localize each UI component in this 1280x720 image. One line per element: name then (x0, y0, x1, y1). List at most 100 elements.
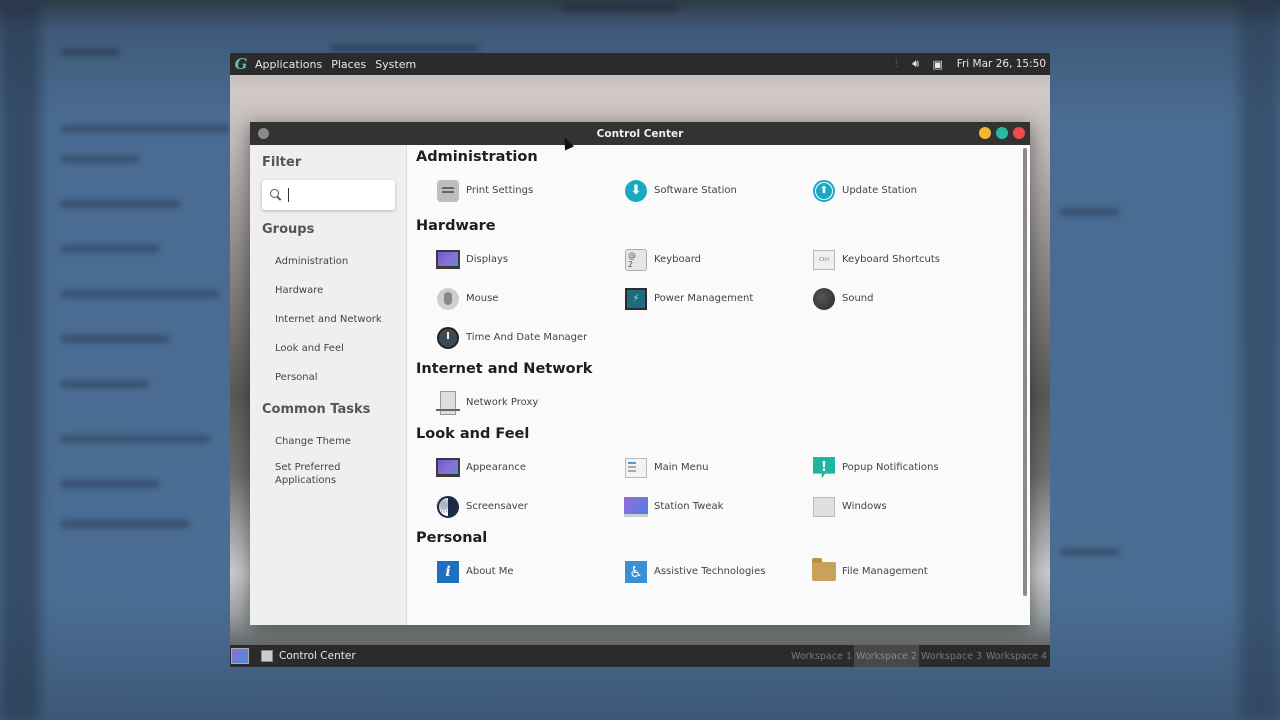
screensaver-icon (435, 494, 460, 519)
workspace-2[interactable]: Workspace 2 (854, 645, 919, 667)
window-title: Control Center (596, 127, 684, 140)
about-me-icon: i (436, 560, 460, 584)
ghostbsd-logo-icon[interactable]: G (230, 53, 252, 75)
applet-file-management[interactable]: File Management (812, 552, 1000, 591)
applet-label: Windows (842, 501, 887, 512)
screenshot-icon[interactable]: ▣ (931, 57, 945, 71)
appearance-icon (436, 456, 460, 480)
task-link-set-preferred-applications[interactable]: Set Preferred Applications (275, 461, 355, 487)
group-link-look-and-feel[interactable]: Look and Feel (275, 334, 406, 363)
places-menu[interactable]: Places (331, 58, 366, 71)
applet-station-tweak[interactable]: Station Tweak (624, 487, 812, 526)
popup-notifications-icon: ! (812, 456, 836, 480)
system-menu[interactable]: System (375, 58, 416, 71)
applet-assistive-technologies[interactable]: ♿︎ Assistive Technologies (624, 552, 812, 591)
control-center-icon (261, 650, 273, 662)
close-button[interactable] (1013, 127, 1025, 139)
applet-label: Software Station (654, 185, 737, 196)
keyboard-icon: @2 (624, 248, 648, 272)
applet-software-station[interactable]: ⬇︎ Software Station (624, 171, 812, 210)
applet-update-station[interactable]: ⬆︎ Update Station (812, 171, 1000, 210)
power-management-icon: ⚡︎ (624, 287, 648, 311)
station-tweak-icon (624, 495, 648, 519)
mouse-icon (436, 287, 460, 311)
section-title-hardware: Hardware (416, 218, 496, 234)
task-link-change-theme[interactable]: Change Theme (275, 427, 406, 456)
applet-label: Main Menu (654, 462, 709, 473)
group-link-personal[interactable]: Personal (275, 363, 406, 392)
applet-popup-notifications[interactable]: ! Popup Notifications (812, 448, 1000, 487)
sound-icon (812, 287, 836, 311)
applets-panel: Administration Print Settings ⬇︎ Software… (407, 145, 1030, 625)
workspace-4[interactable]: Workspace 4 (984, 645, 1049, 667)
applet-label: Network Proxy (466, 397, 539, 408)
applet-screensaver[interactable]: Screensaver (435, 487, 624, 526)
clock[interactable]: Fri Mar 26, 15:50 (957, 58, 1046, 70)
applet-label: Station Tweak (654, 501, 724, 512)
filter-heading: Filter (262, 155, 302, 170)
main-menu-icon (624, 456, 648, 480)
show-desktop-button[interactable] (231, 648, 249, 664)
applet-label: File Management (842, 566, 928, 577)
common-tasks-heading: Common Tasks (262, 402, 371, 417)
workspace-switcher: Workspace 1 Workspace 2 Workspace 3 Work… (789, 645, 1049, 667)
applications-menu[interactable]: Applications (255, 58, 322, 71)
window-titlebar[interactable]: Control Center (250, 122, 1030, 145)
accessibility-icon: ♿︎ (624, 560, 648, 584)
software-station-icon: ⬇︎ (624, 179, 648, 203)
workspace-3[interactable]: Workspace 3 (919, 645, 984, 667)
group-link-administration[interactable]: Administration (275, 247, 406, 276)
applet-label: Keyboard (654, 254, 702, 265)
update-station-icon: ⬆︎ (812, 179, 836, 203)
minimize-button[interactable] (979, 127, 991, 139)
applet-network-proxy[interactable]: Network Proxy (436, 383, 624, 422)
group-link-internet-and-network[interactable]: Internet and Network (275, 305, 406, 334)
vertical-scrollbar[interactable] (1023, 148, 1027, 596)
groups-heading: Groups (262, 222, 315, 237)
applet-displays[interactable]: Displays (436, 240, 624, 279)
top-panel: G Applications Places System ⋮ 🔊︎ ▣ Fri … (230, 53, 1050, 75)
applet-label: Update Station (842, 185, 917, 196)
window-menu-button[interactable] (258, 128, 269, 139)
windows-icon (812, 495, 836, 519)
applet-about-me[interactable]: i About Me (436, 552, 624, 591)
taskbar-item-label: Control Center (279, 650, 356, 662)
applet-sound[interactable]: Sound (812, 279, 1000, 318)
applet-windows[interactable]: Windows (812, 487, 1000, 526)
section-title-personal: Personal (416, 530, 488, 546)
applet-main-menu[interactable]: Main Menu (624, 448, 812, 487)
applet-keyboard[interactable]: @2 Keyboard (624, 240, 812, 279)
folder-icon (812, 558, 836, 584)
taskbar-item-control-center[interactable]: Control Center (261, 650, 356, 662)
keyboard-shortcuts-icon: Ctrl (812, 248, 836, 272)
applet-appearance[interactable]: Appearance (436, 448, 624, 487)
applet-power-management[interactable]: ⚡︎ Power Management (624, 279, 812, 318)
applet-label: Time And Date Manager (466, 332, 588, 343)
applet-label: Displays (466, 254, 509, 265)
applet-keyboard-shortcuts[interactable]: Ctrl Keyboard Shortcuts (812, 240, 1000, 279)
applet-label: Print Settings (466, 185, 534, 196)
network-proxy-icon (436, 390, 460, 415)
bottom-panel: Control Center Workspace 1 Workspace 2 W… (230, 645, 1050, 667)
clock-icon (436, 326, 460, 350)
applet-print-settings[interactable]: Print Settings (436, 171, 624, 210)
applet-label: About Me (466, 566, 514, 577)
maximize-button[interactable] (996, 127, 1008, 139)
group-link-hardware[interactable]: Hardware (275, 276, 406, 305)
section-title-administration: Administration (416, 149, 538, 165)
applet-label: Sound (842, 293, 874, 304)
section-title-look-and-feel: Look and Feel (416, 426, 530, 442)
applet-label: Mouse (466, 293, 499, 304)
search-box[interactable] (262, 180, 395, 210)
tray-separator: ⋮ (891, 59, 901, 69)
section-title-internet-and-network: Internet and Network (416, 361, 593, 377)
applet-mouse[interactable]: Mouse (436, 279, 624, 318)
applet-time-and-date-manager[interactable]: Time And Date Manager (436, 318, 624, 357)
printer-icon (436, 179, 460, 203)
volume-icon[interactable]: 🔊︎ (909, 57, 923, 71)
desktop-screen: G Applications Places System ⋮ 🔊︎ ▣ Fri … (230, 53, 1050, 667)
applet-label: Screensaver (466, 501, 528, 512)
workspace-1[interactable]: Workspace 1 (789, 645, 854, 667)
applet-label: Keyboard Shortcuts (842, 254, 940, 265)
search-input[interactable] (288, 188, 388, 202)
